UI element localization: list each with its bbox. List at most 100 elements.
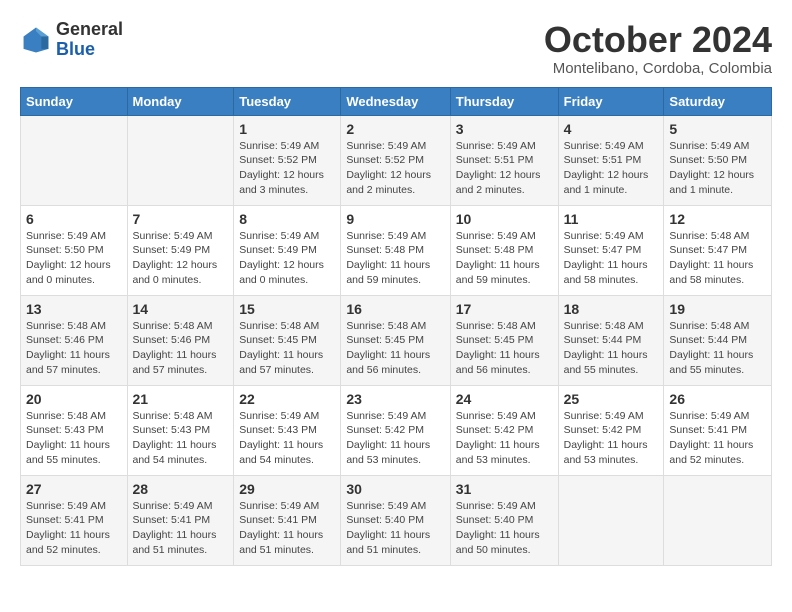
day-details: Sunrise: 5:49 AM Sunset: 5:40 PM Dayligh… — [456, 499, 553, 558]
calendar-cell: 18 Sunrise: 5:48 AM Sunset: 5:44 PM Dayli… — [558, 295, 664, 385]
calendar-cell: 26 Sunrise: 5:49 AM Sunset: 5:41 PM Dayli… — [664, 385, 772, 475]
day-number: 27 — [26, 481, 122, 497]
week-row-2: 6Sunrise: 5:49 AM Sunset: 5:50 PM Daylig… — [21, 205, 772, 295]
day-details: Sunrise: 5:48 AM Sunset: 5:45 PM Dayligh… — [239, 319, 335, 378]
day-number: 3 — [456, 121, 553, 137]
day-number: 19 — [669, 301, 766, 317]
calendar-cell — [127, 115, 234, 205]
day-details: Sunrise: 5:49 AM Sunset: 5:41 PM Dayligh… — [133, 499, 229, 558]
day-header-friday: Friday — [558, 87, 664, 115]
logo-general-text: General — [56, 19, 123, 39]
logo-blue-text: Blue — [56, 39, 95, 59]
day-details: Sunrise: 5:49 AM Sunset: 5:43 PM Dayligh… — [239, 409, 335, 468]
day-details: Sunrise: 5:48 AM Sunset: 5:46 PM Dayligh… — [133, 319, 229, 378]
day-details: Sunrise: 5:49 AM Sunset: 5:51 PM Dayligh… — [564, 139, 659, 198]
week-row-4: 20 Sunrise: 5:48 AM Sunset: 5:43 PM Dayli… — [21, 385, 772, 475]
day-number: 28 — [133, 481, 229, 497]
day-number: 20 — [26, 391, 122, 407]
day-details: Sunrise: 5:49 AM Sunset: 5:42 PM Dayligh… — [346, 409, 444, 468]
day-number: 14 — [133, 301, 229, 317]
day-details: Sunrise: 5:49 AM Sunset: 5:47 PM Dayligh… — [564, 229, 659, 288]
day-details: Sunrise: 5:48 AM Sunset: 5:47 PM Dayligh… — [669, 229, 766, 288]
day-details: Sunrise: 5:49 AM Sunset: 5:50 PM Dayligh… — [26, 229, 122, 288]
day-number: 25 — [564, 391, 659, 407]
day-number: 16 — [346, 301, 444, 317]
day-details: Sunrise: 5:49 AM Sunset: 5:49 PM Dayligh… — [239, 229, 335, 288]
calendar-cell: 9 Sunrise: 5:49 AM Sunset: 5:48 PM Daylig… — [341, 205, 450, 295]
title-block: October 2024 Montelibano, Cordoba, Colom… — [544, 20, 772, 77]
day-number: 12 — [669, 211, 766, 227]
day-details: Sunrise: 5:49 AM Sunset: 5:48 PM Dayligh… — [346, 229, 444, 288]
calendar-cell: 19Sunrise: 5:48 AM Sunset: 5:44 PM Dayli… — [664, 295, 772, 385]
day-details: Sunrise: 5:48 AM Sunset: 5:43 PM Dayligh… — [133, 409, 229, 468]
day-details: Sunrise: 5:49 AM Sunset: 5:50 PM Dayligh… — [669, 139, 766, 198]
calendar-cell: 3 Sunrise: 5:49 AM Sunset: 5:51 PM Daylig… — [450, 115, 558, 205]
calendar-cell — [558, 475, 664, 565]
day-details: Sunrise: 5:49 AM Sunset: 5:48 PM Dayligh… — [456, 229, 553, 288]
calendar-cell: 7 Sunrise: 5:49 AM Sunset: 5:49 PM Daylig… — [127, 205, 234, 295]
day-number: 15 — [239, 301, 335, 317]
day-details: Sunrise: 5:49 AM Sunset: 5:49 PM Dayligh… — [133, 229, 229, 288]
day-number: 30 — [346, 481, 444, 497]
calendar-cell: 22 Sunrise: 5:49 AM Sunset: 5:43 PM Dayli… — [234, 385, 341, 475]
calendar-cell: 21Sunrise: 5:48 AM Sunset: 5:43 PM Dayli… — [127, 385, 234, 475]
day-number: 31 — [456, 481, 553, 497]
day-number: 5 — [669, 121, 766, 137]
calendar-cell: 31 Sunrise: 5:49 AM Sunset: 5:40 PM Dayli… — [450, 475, 558, 565]
day-details: Sunrise: 5:48 AM Sunset: 5:44 PM Dayligh… — [564, 319, 659, 378]
day-details: Sunrise: 5:49 AM Sunset: 5:42 PM Dayligh… — [564, 409, 659, 468]
day-details: Sunrise: 5:49 AM Sunset: 5:41 PM Dayligh… — [239, 499, 335, 558]
day-number: 8 — [239, 211, 335, 227]
day-details: Sunrise: 5:48 AM Sunset: 5:43 PM Dayligh… — [26, 409, 122, 468]
calendar-cell — [21, 115, 128, 205]
calendar-cell: 12 Sunrise: 5:48 AM Sunset: 5:47 PM Dayli… — [664, 205, 772, 295]
calendar-cell: 11 Sunrise: 5:49 AM Sunset: 5:47 PM Dayli… — [558, 205, 664, 295]
day-number: 26 — [669, 391, 766, 407]
calendar-cell: 15 Sunrise: 5:48 AM Sunset: 5:45 PM Dayli… — [234, 295, 341, 385]
calendar-cell: 23Sunrise: 5:49 AM Sunset: 5:42 PM Dayli… — [341, 385, 450, 475]
calendar-cell: 2Sunrise: 5:49 AM Sunset: 5:52 PM Daylig… — [341, 115, 450, 205]
calendar-cell — [664, 475, 772, 565]
calendar-cell: 4 Sunrise: 5:49 AM Sunset: 5:51 PM Daylig… — [558, 115, 664, 205]
day-header-monday: Monday — [127, 87, 234, 115]
calendar-table: SundayMondayTuesdayWednesdayThursdayFrid… — [20, 87, 772, 566]
day-number: 2 — [346, 121, 444, 137]
week-row-5: 27 Sunrise: 5:49 AM Sunset: 5:41 PM Dayli… — [21, 475, 772, 565]
calendar-cell: 30 Sunrise: 5:49 AM Sunset: 5:40 PM Dayli… — [341, 475, 450, 565]
calendar-cell: 16 Sunrise: 5:48 AM Sunset: 5:45 PM Dayli… — [341, 295, 450, 385]
day-number: 7 — [133, 211, 229, 227]
logo: General Blue — [20, 20, 123, 60]
calendar-cell: 6Sunrise: 5:49 AM Sunset: 5:50 PM Daylig… — [21, 205, 128, 295]
calendar-cell: 5 Sunrise: 5:49 AM Sunset: 5:50 PM Daylig… — [664, 115, 772, 205]
month-title: October 2024 — [544, 20, 772, 60]
page-header: General Blue October 2024 Montelibano, C… — [20, 20, 772, 77]
day-number: 10 — [456, 211, 553, 227]
day-number: 22 — [239, 391, 335, 407]
calendar-cell: 14 Sunrise: 5:48 AM Sunset: 5:46 PM Dayli… — [127, 295, 234, 385]
calendar-cell: 8 Sunrise: 5:49 AM Sunset: 5:49 PM Daylig… — [234, 205, 341, 295]
days-header-row: SundayMondayTuesdayWednesdayThursdayFrid… — [21, 87, 772, 115]
calendar-cell: 13Sunrise: 5:48 AM Sunset: 5:46 PM Dayli… — [21, 295, 128, 385]
calendar-cell: 29Sunrise: 5:49 AM Sunset: 5:41 PM Dayli… — [234, 475, 341, 565]
day-details: Sunrise: 5:49 AM Sunset: 5:41 PM Dayligh… — [669, 409, 766, 468]
day-number: 1 — [239, 121, 335, 137]
day-number: 18 — [564, 301, 659, 317]
day-header-saturday: Saturday — [664, 87, 772, 115]
week-row-1: 1 Sunrise: 5:49 AM Sunset: 5:52 PM Daylig… — [21, 115, 772, 205]
day-details: Sunrise: 5:49 AM Sunset: 5:52 PM Dayligh… — [239, 139, 335, 198]
day-details: Sunrise: 5:48 AM Sunset: 5:45 PM Dayligh… — [346, 319, 444, 378]
day-details: Sunrise: 5:49 AM Sunset: 5:42 PM Dayligh… — [456, 409, 553, 468]
day-number: 4 — [564, 121, 659, 137]
calendar-cell: 1 Sunrise: 5:49 AM Sunset: 5:52 PM Daylig… — [234, 115, 341, 205]
day-details: Sunrise: 5:49 AM Sunset: 5:41 PM Dayligh… — [26, 499, 122, 558]
day-number: 11 — [564, 211, 659, 227]
day-details: Sunrise: 5:49 AM Sunset: 5:40 PM Dayligh… — [346, 499, 444, 558]
day-details: Sunrise: 5:49 AM Sunset: 5:51 PM Dayligh… — [456, 139, 553, 198]
logo-icon — [20, 24, 52, 56]
day-header-sunday: Sunday — [21, 87, 128, 115]
day-number: 17 — [456, 301, 553, 317]
calendar-cell: 20 Sunrise: 5:48 AM Sunset: 5:43 PM Dayli… — [21, 385, 128, 475]
day-number: 9 — [346, 211, 444, 227]
calendar-cell: 10 Sunrise: 5:49 AM Sunset: 5:48 PM Dayli… — [450, 205, 558, 295]
day-header-tuesday: Tuesday — [234, 87, 341, 115]
